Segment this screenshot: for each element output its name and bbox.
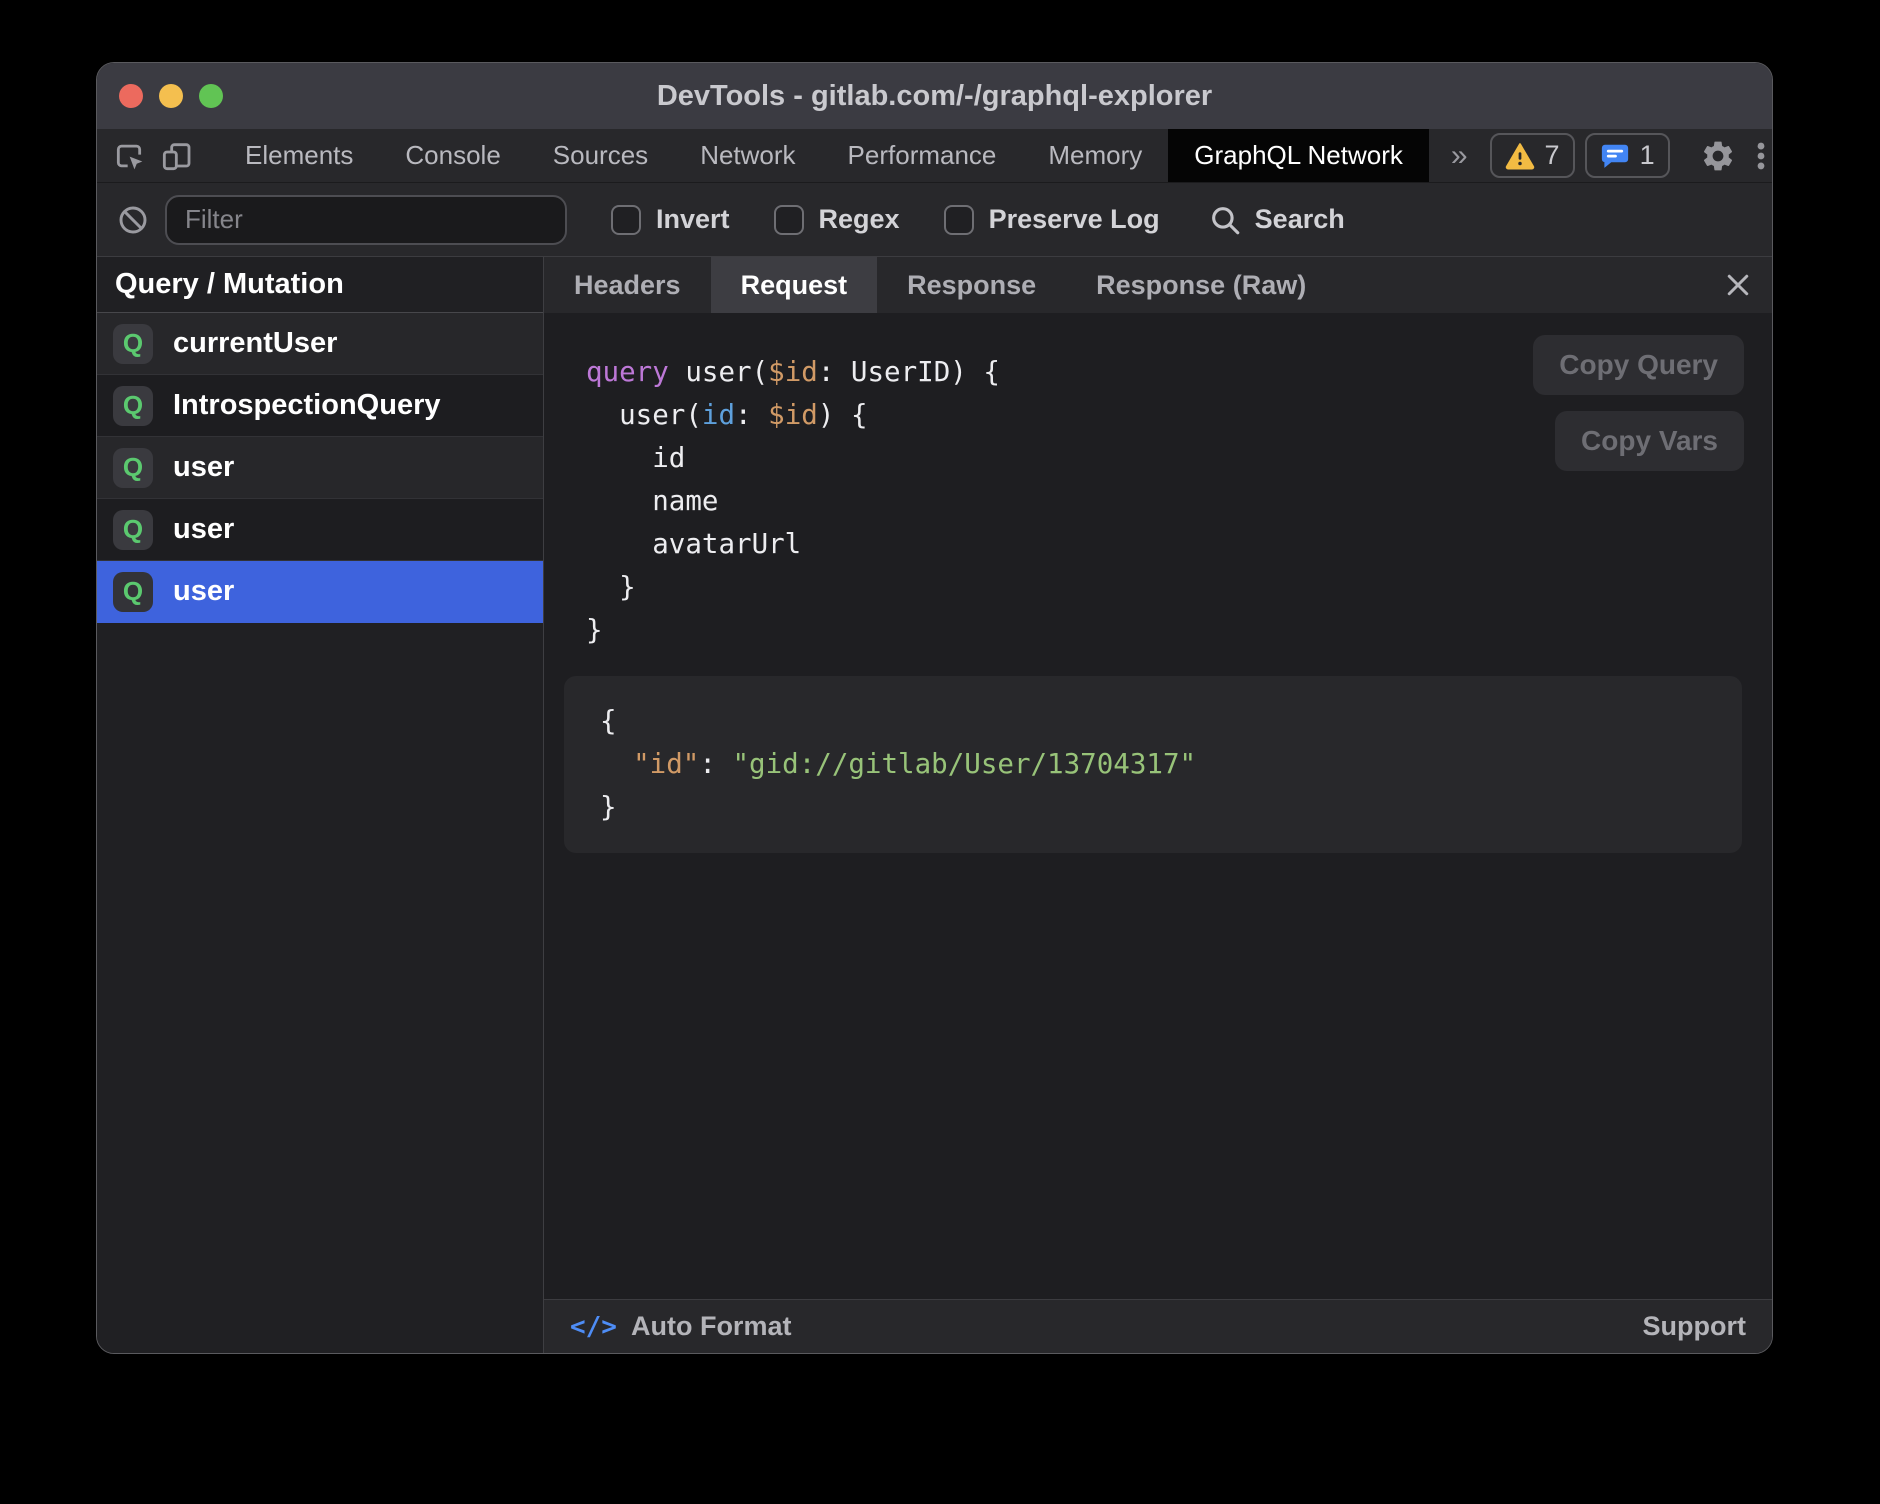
close-detail-button[interactable] (1714, 261, 1762, 309)
regex-checkbox[interactable] (774, 205, 804, 235)
query-list-item-IntrospectionQuery[interactable]: Q IntrospectionQuery (97, 375, 543, 437)
tab-graphql-network[interactable]: GraphQL Network (1168, 129, 1429, 182)
maximize-window-button[interactable] (199, 84, 223, 108)
search-button[interactable]: Search (1208, 203, 1345, 237)
warnings-badge[interactable]: 7 (1490, 133, 1575, 178)
inspect-element-button[interactable] (113, 139, 145, 173)
invert-label: Invert (656, 204, 730, 235)
tab-request[interactable]: Request (711, 257, 878, 313)
copy-buttons: Copy Query Copy Vars (1533, 335, 1744, 471)
query-list-header: Query / Mutation (97, 257, 543, 313)
gear-icon (1700, 138, 1736, 174)
filter-toolbar: Invert Regex Preserve Log Search (97, 183, 1772, 257)
query-type-badge: Q (113, 572, 153, 612)
window-title: DevTools - gitlab.com/-/graphql-explorer (657, 80, 1212, 113)
query-type-badge: Q (113, 386, 153, 426)
tab-response[interactable]: Response (877, 257, 1066, 313)
copy-vars-button[interactable]: Copy Vars (1555, 411, 1744, 471)
copy-query-button[interactable]: Copy Query (1533, 335, 1744, 395)
message-bubble-icon (1600, 141, 1630, 171)
support-link[interactable]: Support (1643, 1311, 1746, 1342)
inspect-cursor-icon (113, 140, 145, 172)
tab-performance[interactable]: Performance (822, 129, 1023, 182)
query-name: IntrospectionQuery (173, 389, 441, 422)
devtools-window: DevTools - gitlab.com/-/graphql-explorer… (96, 62, 1773, 1354)
search-label: Search (1255, 204, 1345, 235)
query-type-badge: Q (113, 510, 153, 550)
query-name: user (173, 451, 234, 484)
close-icon (1723, 270, 1753, 300)
toggle-device-toolbar-button[interactable] (161, 139, 193, 173)
clear-button[interactable] (113, 200, 153, 240)
query-type-badge: Q (113, 448, 153, 488)
devtools-tab-bar: Elements Console Sources Network Perform… (97, 129, 1772, 183)
device-toolbar-icon (161, 140, 193, 172)
tab-response-raw[interactable]: Response (Raw) (1066, 257, 1336, 313)
query-type-badge: Q (113, 324, 153, 364)
tab-sources[interactable]: Sources (527, 129, 674, 182)
invert-checkbox-group[interactable]: Invert (611, 204, 730, 235)
query-list-panel: Query / Mutation Q currentUser Q Introsp… (97, 257, 544, 1353)
tab-elements[interactable]: Elements (219, 129, 379, 182)
request-detail-panel: Headers Request Response Response (Raw) … (544, 257, 1772, 1353)
query-name: user (173, 513, 234, 546)
code-brackets-icon: </> (570, 1312, 617, 1342)
regex-checkbox-group[interactable]: Regex (774, 204, 900, 235)
close-window-button[interactable] (119, 84, 143, 108)
traffic-lights (119, 63, 223, 129)
main-area: Query / Mutation Q currentUser Q Introsp… (97, 257, 1772, 1353)
filter-input[interactable] (165, 195, 567, 245)
tab-memory[interactable]: Memory (1022, 129, 1168, 182)
minimize-window-button[interactable] (159, 84, 183, 108)
preserve-log-label: Preserve Log (989, 204, 1160, 235)
issues-count: 1 (1640, 140, 1655, 171)
search-icon (1208, 203, 1242, 237)
detail-tab-bar: Headers Request Response Response (Raw) (544, 257, 1772, 313)
tab-headers[interactable]: Headers (544, 257, 711, 313)
detail-footer: </> Auto Format Support (544, 1299, 1772, 1353)
query-list-item-user-2[interactable]: Q user (97, 499, 543, 561)
query-list-item-user-3-selected[interactable]: Q user (97, 561, 543, 623)
kebab-menu-icon (1744, 139, 1773, 173)
settings-button[interactable] (1700, 134, 1736, 178)
tab-network[interactable]: Network (674, 129, 821, 182)
regex-label: Regex (819, 204, 900, 235)
chevron-double-right-icon: » (1451, 139, 1468, 173)
query-variables-box: { "id": "gid://gitlab/User/13704317"} (564, 676, 1742, 853)
warning-count: 7 (1545, 140, 1560, 171)
preserve-log-checkbox-group[interactable]: Preserve Log (944, 204, 1160, 235)
invert-checkbox[interactable] (611, 205, 641, 235)
auto-format-button[interactable]: Auto Format (631, 1311, 791, 1342)
query-name: currentUser (173, 327, 337, 360)
warning-triangle-icon (1505, 141, 1535, 171)
query-list-item-currentUser[interactable]: Q currentUser (97, 313, 543, 375)
tab-console[interactable]: Console (379, 129, 526, 182)
query-name: user (173, 575, 234, 608)
title-bar: DevTools - gitlab.com/-/graphql-explorer (97, 63, 1772, 129)
query-list-item-user-1[interactable]: Q user (97, 437, 543, 499)
preserve-log-checkbox[interactable] (944, 205, 974, 235)
block-icon (117, 204, 149, 236)
issues-badge[interactable]: 1 (1585, 133, 1670, 178)
request-view: Copy Query Copy Vars query user($id: Use… (544, 313, 1772, 1299)
more-tabs-button[interactable]: » (1429, 129, 1490, 182)
more-options-button[interactable] (1744, 134, 1773, 178)
